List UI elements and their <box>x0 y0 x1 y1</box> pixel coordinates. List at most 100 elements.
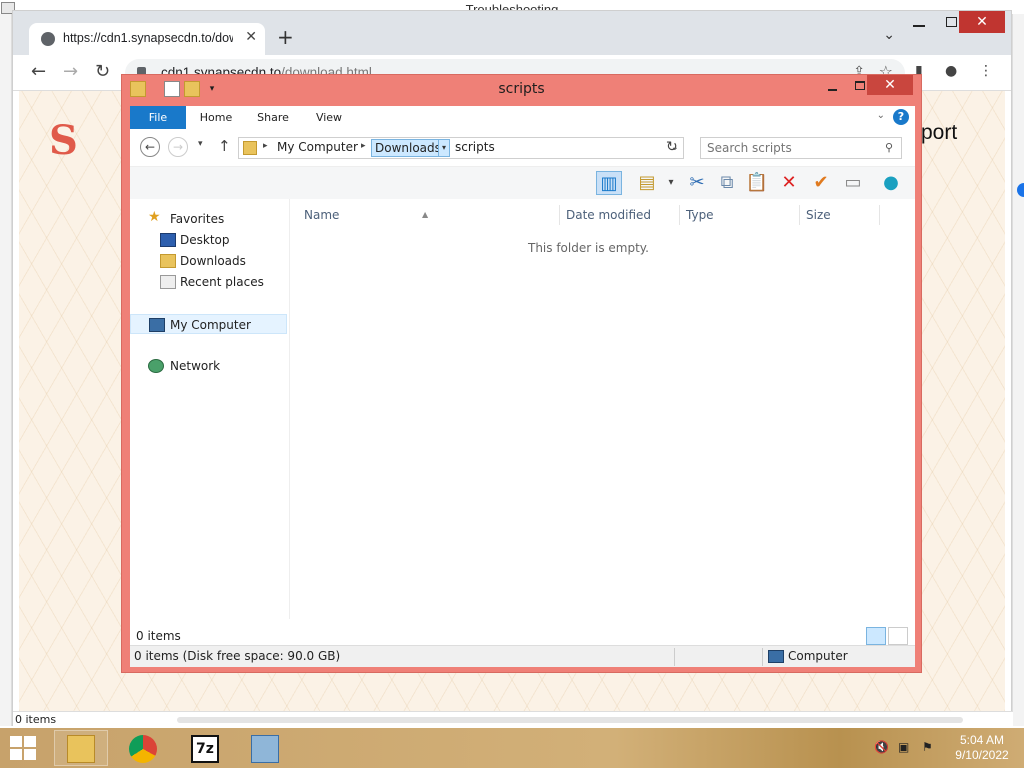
taskbar: 7z 🔇 ▣ ⚑ 5:04 AM 9/10/2022 <box>0 728 1024 768</box>
help-icon[interactable]: ? <box>893 109 909 125</box>
profile-avatar-icon[interactable]: ● <box>945 63 957 79</box>
browser-status-text: 0 items <box>15 713 57 726</box>
navigation-pane: ★ Favorites Desktop Downloads Recent pla… <box>130 199 290 619</box>
status-divider <box>762 648 763 666</box>
tab-file[interactable]: File <box>130 106 186 129</box>
volume-muted-icon[interactable]: 🔇 <box>874 740 890 754</box>
explorer-address-bar[interactable]: ▸ My Computer ▸ Downloads ▾ scripts ⌄ <box>238 137 684 159</box>
chrome-icon <box>129 735 157 763</box>
back-arrow-icon[interactable]: ← <box>31 61 46 82</box>
folder-options-icon[interactable]: ▤ <box>634 171 660 195</box>
browser-close-button[interactable]: ✕ <box>959 11 1005 33</box>
nav-my-computer-label: My Computer <box>170 318 251 332</box>
tab-view[interactable]: View <box>306 106 352 129</box>
taskbar-server-manager[interactable] <box>238 730 292 766</box>
large-icons-view-icon[interactable] <box>888 627 908 645</box>
breadcrumb-my-computer[interactable]: My Computer <box>277 140 358 154</box>
expand-ribbon-chevron-icon[interactable]: ⌄ <box>877 110 885 121</box>
menu-kebab-icon[interactable]: ⋮ <box>979 63 993 79</box>
taskbar-chrome[interactable] <box>116 730 170 766</box>
nav-downloads[interactable]: Downloads <box>130 251 287 271</box>
explorer-window: ▾ scripts ✕ File Home Share View ⌄ ? ← →… <box>121 74 922 673</box>
right-desktop-edge <box>1012 14 1024 726</box>
seven-zip-icon: 7z <box>191 735 219 763</box>
copy-icon[interactable]: ⧉ <box>714 171 740 195</box>
breadcrumb-separator-icon[interactable]: ▸ <box>361 141 366 151</box>
options-chevron-icon[interactable]: ▾ <box>658 171 684 195</box>
search-box[interactable]: ⚲ <box>700 137 902 159</box>
nav-favorites[interactable]: ★ Favorites <box>130 209 287 229</box>
recent-places-icon <box>160 275 176 289</box>
nav-desktop[interactable]: Desktop <box>130 230 287 250</box>
computer-icon <box>149 318 165 332</box>
tab-strip: https://cdn1.synapsecdn.to/download.html… <box>13 11 1011 55</box>
breadcrumb-separator-icon[interactable]: ▸ <box>263 141 268 151</box>
command-bar: ▥ ▤ ▾ ✂ ⧉ 📋 ✕ ✔ ▭ ● <box>130 167 915 199</box>
tab-search-chevron-icon[interactable]: ⌄ <box>883 27 895 43</box>
delete-icon[interactable]: ✕ <box>776 171 802 195</box>
up-arrow-icon[interactable]: ↑ <box>218 137 231 155</box>
forward-arrow-icon[interactable]: → <box>63 61 78 82</box>
left-desktop-edge <box>0 14 12 726</box>
nav-network-label: Network <box>170 359 221 373</box>
taskbar-file-explorer[interactable] <box>54 730 108 766</box>
column-date-label: Date modified <box>566 208 652 222</box>
browser-tab[interactable]: https://cdn1.synapsecdn.to/download.html… <box>29 23 265 55</box>
cut-icon[interactable]: ✂ <box>684 171 710 195</box>
breadcrumb-downloads[interactable]: Downloads <box>371 139 445 157</box>
start-windows-icon[interactable] <box>10 736 38 762</box>
details-view-icon[interactable] <box>866 627 886 645</box>
help-icon[interactable] <box>1017 183 1024 197</box>
browser-minimize-button[interactable] <box>913 25 925 27</box>
column-header-type[interactable]: Type <box>680 205 800 225</box>
clock-time: 5:04 AM <box>959 733 1005 747</box>
tab-title: https://cdn1.synapsecdn.to/download.html <box>63 31 233 45</box>
column-header-name[interactable]: Name ▲ <box>298 205 560 225</box>
action-center-flag-icon[interactable]: ⚑ <box>922 740 938 754</box>
nav-network[interactable]: Network <box>130 356 287 376</box>
explorer-close-button[interactable]: ✕ <box>867 75 913 95</box>
paste-icon[interactable]: 📋 <box>744 171 770 195</box>
explorer-title: scripts <box>498 81 545 97</box>
back-icon[interactable]: ← <box>140 137 160 157</box>
nav-my-computer[interactable]: My Computer <box>130 314 287 334</box>
close-tab-icon[interactable]: ✕ <box>245 29 257 45</box>
forward-icon[interactable]: → <box>168 137 188 157</box>
reload-icon[interactable]: ↻ <box>95 61 110 82</box>
column-size-label: Size <box>806 208 831 222</box>
tab-share[interactable]: Share <box>248 106 298 129</box>
file-explorer-icon <box>67 735 95 763</box>
preview-pane-icon[interactable]: ▥ <box>596 171 622 195</box>
recent-locations-chevron-icon[interactable]: ▾ <box>198 139 203 149</box>
breadcrumb-dropdown-icon[interactable]: ▾ <box>438 139 450 157</box>
browser-maximize-button[interactable] <box>946 17 957 27</box>
explorer-maximize-button[interactable] <box>855 81 865 90</box>
location-status: Computer <box>788 649 848 663</box>
search-input[interactable] <box>707 140 877 156</box>
taskbar-7zip[interactable]: 7z <box>178 730 232 766</box>
explorer-body: ← → ▾ ↑ ▸ My Computer ▸ Downloads ▾ scri… <box>130 129 915 665</box>
nav-desktop-label: Desktop <box>180 233 230 247</box>
rename-icon[interactable]: ▭ <box>840 171 866 195</box>
checkmark-icon[interactable]: ✔ <box>808 171 834 195</box>
nav-favorites-label: Favorites <box>170 212 225 226</box>
network-icon <box>148 359 164 373</box>
sort-ascending-icon: ▲ <box>422 210 429 219</box>
system-clock[interactable]: 5:04 AM 9/10/2022 <box>950 733 1014 763</box>
globe-icon[interactable]: ● <box>878 171 904 195</box>
column-header-size[interactable]: Size <box>800 205 880 225</box>
search-icon[interactable]: ⚲ <box>885 141 893 154</box>
refresh-icon[interactable]: ↻ <box>666 139 678 155</box>
network-tray-icon[interactable]: ▣ <box>898 740 914 754</box>
folder-icon <box>243 141 257 155</box>
breadcrumb-scripts[interactable]: scripts <box>455 140 495 154</box>
status-divider <box>674 648 675 666</box>
star-icon: ★ <box>148 209 161 225</box>
globe-icon <box>41 32 55 46</box>
explorer-minimize-button[interactable] <box>828 89 837 91</box>
column-header-date-modified[interactable]: Date modified <box>560 205 680 225</box>
nav-recent-places[interactable]: Recent places <box>130 272 287 292</box>
horizontal-scrollbar[interactable] <box>177 717 963 723</box>
tab-home[interactable]: Home <box>192 106 240 129</box>
new-tab-button[interactable]: + <box>277 25 294 49</box>
